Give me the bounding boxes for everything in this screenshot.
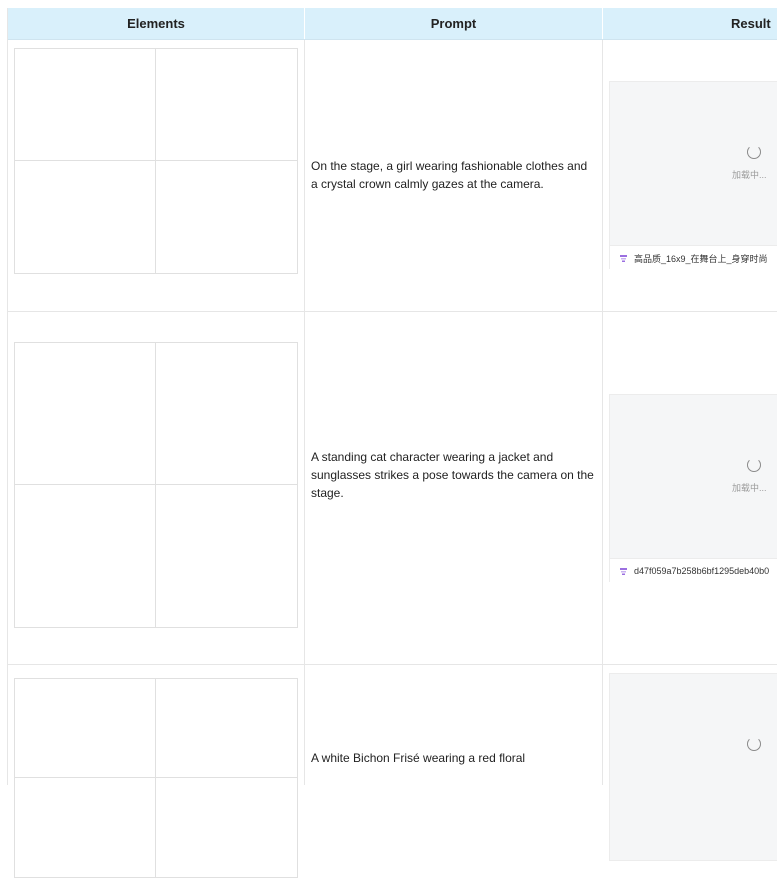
elements-cell (8, 40, 305, 311)
results-table: Elements Prompt Result On the stage, a g… (7, 8, 777, 878)
prompt-cell: A standing cat character wearing a jacke… (305, 312, 603, 664)
result-preview (610, 674, 777, 838)
result-cell: 加载中... d47f059a7b258b6bf1295deb40b0 (603, 312, 777, 664)
loading-text: 加载中... (732, 483, 767, 493)
element-slot[interactable] (156, 778, 297, 877)
element-slot[interactable] (15, 778, 156, 877)
result-card[interactable]: 加载中... d47f059a7b258b6bf1295deb40b0 (609, 394, 777, 583)
element-image-grid[interactable] (14, 678, 298, 878)
prompt-cell: A white Bichon Frisé wearing a red flora… (305, 665, 603, 785)
result-file-name: 高品质_16x9_在舞台上_身穿时尚 (634, 253, 768, 264)
column-header-result: Result (603, 8, 777, 39)
element-slot[interactable] (15, 679, 156, 778)
elements-cell (8, 665, 305, 878)
prompt-cell: On the stage, a girl wearing fashionable… (305, 40, 603, 311)
result-cell (603, 665, 777, 861)
prompt-text: A standing cat character wearing a jacke… (311, 450, 594, 500)
result-file-bar[interactable]: d47f059a7b258b6bf1295deb40b0 (610, 558, 777, 583)
image-file-icon (619, 567, 628, 576)
column-header-elements: Elements (8, 8, 305, 39)
element-slot[interactable] (156, 679, 297, 778)
element-image-grid[interactable] (14, 342, 298, 628)
spinner-icon (747, 737, 761, 751)
element-image-grid[interactable] (14, 48, 298, 274)
element-slot[interactable] (156, 49, 297, 161)
result-file-bar[interactable]: 高品质_16x9_在舞台上_身穿时尚 (610, 245, 777, 270)
element-slot[interactable] (156, 485, 297, 627)
result-preview: 加载中... (610, 395, 777, 559)
prompt-text: A white Bichon Frisé wearing a red flora… (311, 751, 526, 765)
result-preview: 加载中... (610, 82, 777, 246)
table-row: A standing cat character wearing a jacke… (8, 312, 777, 665)
table-header: Elements Prompt Result (8, 8, 777, 40)
table-row: On the stage, a girl wearing fashionable… (8, 40, 777, 312)
element-slot[interactable] (15, 485, 156, 627)
result-card[interactable] (609, 673, 777, 861)
element-slot[interactable] (156, 161, 297, 273)
element-slot[interactable] (15, 161, 156, 273)
image-file-icon (619, 254, 628, 263)
element-slot[interactable] (15, 343, 156, 485)
loading-text: 加载中... (732, 170, 767, 180)
elements-cell (8, 312, 305, 664)
result-card[interactable]: 加载中... 高品质_16x9_在舞台上_身穿时尚 (609, 81, 777, 270)
element-slot[interactable] (15, 49, 156, 161)
column-header-prompt: Prompt (305, 8, 603, 39)
spinner-icon (747, 145, 761, 159)
prompt-text: On the stage, a girl wearing fashionable… (311, 159, 588, 191)
table-row: A white Bichon Frisé wearing a red flora… (8, 665, 777, 878)
element-slot[interactable] (156, 343, 297, 485)
spinner-icon (747, 458, 761, 472)
result-file-name: d47f059a7b258b6bf1295deb40b0 (634, 566, 770, 576)
result-cell: 加载中... 高品质_16x9_在舞台上_身穿时尚 (603, 40, 777, 311)
